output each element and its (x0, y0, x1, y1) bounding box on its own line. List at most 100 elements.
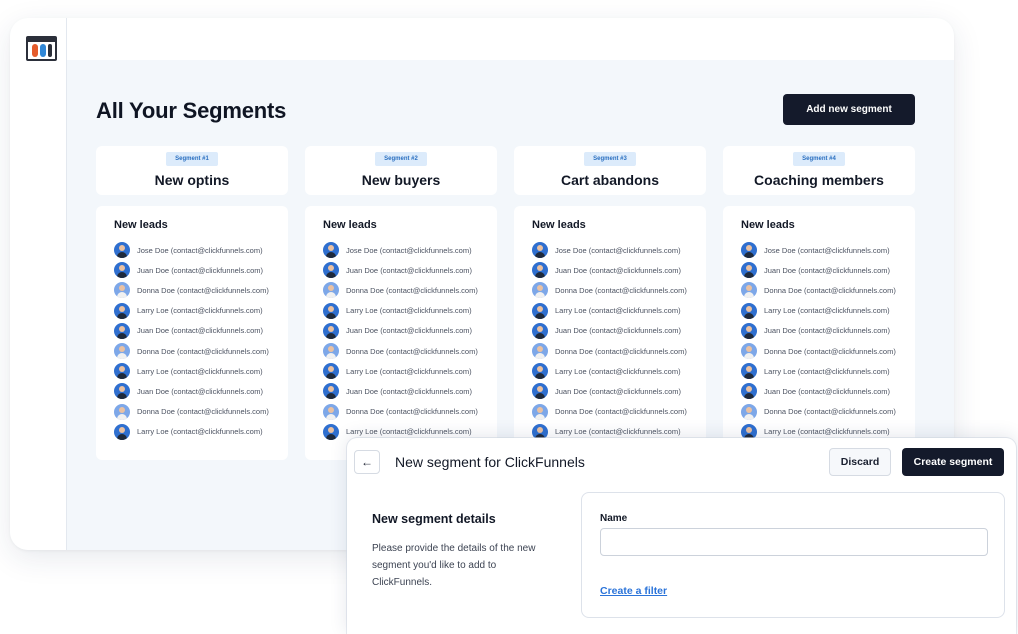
lead-row[interactable]: Larry Loe (contact@clickfunnels.com) (114, 422, 288, 442)
back-button[interactable]: ← (354, 450, 380, 474)
avatar (741, 322, 757, 339)
lead-text: Larry Loe (contact@clickfunnels.com) (346, 306, 472, 316)
lead-text: Larry Loe (contact@clickfunnels.com) (555, 366, 681, 376)
create-filter-link[interactable]: Create a filter (600, 585, 667, 597)
lead-text: Juan Doe (contact@clickfunnels.com) (764, 265, 890, 275)
lead-row[interactable]: Donna Doe (contact@clickfunnels.com) (114, 280, 288, 300)
avatar (114, 302, 130, 319)
leads-list-title: New leads (323, 219, 377, 231)
lead-row[interactable]: Jose Doe (contact@clickfunnels.com) (532, 240, 706, 260)
lead-row[interactable]: Larry Loe (contact@clickfunnels.com) (532, 361, 706, 381)
lead-row[interactable]: Larry Loe (contact@clickfunnels.com) (741, 361, 915, 381)
page-title: All Your Segments (96, 98, 287, 123)
name-input[interactable] (600, 528, 988, 556)
lead-row[interactable]: Donna Doe (contact@clickfunnels.com) (532, 341, 706, 361)
lead-text: Larry Loe (contact@clickfunnels.com) (346, 366, 472, 376)
lead-row[interactable]: Juan Doe (contact@clickfunnels.com) (741, 260, 915, 280)
arrow-left-icon: ← (361, 455, 373, 469)
lead-row[interactable]: Juan Doe (contact@clickfunnels.com) (741, 381, 915, 401)
lead-row[interactable]: Larry Loe (contact@clickfunnels.com) (741, 301, 915, 321)
lead-row[interactable]: Juan Doe (contact@clickfunnels.com) (114, 381, 288, 401)
segment-card[interactable]: Segment #3 Cart abandons (514, 146, 706, 195)
segment-card[interactable]: Segment #1 New optins (96, 146, 288, 195)
avatar (323, 242, 339, 259)
avatar (532, 363, 548, 380)
leads-list-title: New leads (532, 219, 586, 231)
lead-text: Juan Doe (contact@clickfunnels.com) (346, 386, 472, 396)
avatar (323, 322, 339, 339)
lead-row[interactable]: Donna Doe (contact@clickfunnels.com) (323, 402, 497, 422)
avatar (114, 343, 130, 360)
lead-text: Jose Doe (contact@clickfunnels.com) (346, 245, 472, 255)
name-label: Name (600, 513, 628, 524)
lead-row[interactable]: Larry Loe (contact@clickfunnels.com) (323, 361, 497, 381)
lead-text: Larry Loe (contact@clickfunnels.com) (555, 306, 681, 316)
discard-button[interactable]: Discard (829, 448, 891, 476)
avatar (114, 242, 130, 259)
lead-row[interactable]: Juan Doe (contact@clickfunnels.com) (532, 260, 706, 280)
lead-text: Donna Doe (contact@clickfunnels.com) (137, 285, 269, 295)
avatar (323, 343, 339, 360)
avatar (741, 262, 757, 279)
avatar (741, 363, 757, 380)
lead-row[interactable]: Juan Doe (contact@clickfunnels.com) (741, 321, 915, 341)
lead-text: Larry Loe (contact@clickfunnels.com) (764, 306, 890, 316)
avatar (532, 302, 548, 319)
add-new-segment-button[interactable]: Add new segment (783, 94, 915, 125)
lead-row[interactable]: Jose Doe (contact@clickfunnels.com) (741, 240, 915, 260)
lead-row[interactable]: Donna Doe (contact@clickfunnels.com) (114, 341, 288, 361)
avatar (114, 363, 130, 380)
lead-row[interactable]: Donna Doe (contact@clickfunnels.com) (741, 341, 915, 361)
lead-row[interactable]: Jose Doe (contact@clickfunnels.com) (114, 240, 288, 260)
lead-row[interactable]: Donna Doe (contact@clickfunnels.com) (323, 341, 497, 361)
lead-row[interactable]: Donna Doe (contact@clickfunnels.com) (532, 280, 706, 300)
lead-text: Larry Loe (contact@clickfunnels.com) (764, 366, 890, 376)
top-bar (67, 18, 954, 60)
lead-row[interactable]: Juan Doe (contact@clickfunnels.com) (114, 260, 288, 280)
avatar (532, 343, 548, 360)
lead-row[interactable]: Larry Loe (contact@clickfunnels.com) (114, 361, 288, 381)
lead-row[interactable]: Donna Doe (contact@clickfunnels.com) (741, 280, 915, 300)
segment-card[interactable]: Segment #2 New buyers (305, 146, 497, 195)
lead-text: Donna Doe (contact@clickfunnels.com) (346, 407, 478, 417)
lead-row[interactable]: Juan Doe (contact@clickfunnels.com) (532, 381, 706, 401)
lead-row[interactable]: Larry Loe (contact@clickfunnels.com) (114, 301, 288, 321)
lead-text: Donna Doe (contact@clickfunnels.com) (555, 407, 687, 417)
lead-text: Jose Doe (contact@clickfunnels.com) (764, 245, 890, 255)
lead-row[interactable]: Jose Doe (contact@clickfunnels.com) (323, 240, 497, 260)
avatar (114, 322, 130, 339)
lead-row[interactable]: Larry Loe (contact@clickfunnels.com) (323, 301, 497, 321)
lead-text: Juan Doe (contact@clickfunnels.com) (555, 265, 681, 275)
lead-text: Donna Doe (contact@clickfunnels.com) (346, 285, 478, 295)
lead-text: Larry Loe (contact@clickfunnels.com) (137, 306, 263, 316)
lead-row[interactable]: Juan Doe (contact@clickfunnels.com) (532, 321, 706, 341)
lead-row[interactable]: Juan Doe (contact@clickfunnels.com) (323, 321, 497, 341)
avatar (532, 282, 548, 299)
lead-row[interactable]: Larry Loe (contact@clickfunnels.com) (532, 301, 706, 321)
lead-row[interactable]: Juan Doe (contact@clickfunnels.com) (323, 260, 497, 280)
lead-text: Donna Doe (contact@clickfunnels.com) (346, 346, 478, 356)
panel-title: New segment for ClickFunnels (395, 454, 585, 470)
clickfunnels-logo-icon[interactable] (26, 36, 57, 61)
lead-row[interactable]: Donna Doe (contact@clickfunnels.com) (114, 402, 288, 422)
lead-text: Donna Doe (contact@clickfunnels.com) (555, 346, 687, 356)
sidebar-rail (10, 18, 67, 550)
lead-row[interactable]: Donna Doe (contact@clickfunnels.com) (741, 402, 915, 422)
avatar (114, 403, 130, 420)
avatar (323, 262, 339, 279)
avatar (114, 282, 130, 299)
create-segment-button[interactable]: Create segment (902, 448, 1004, 476)
avatar (532, 242, 548, 259)
lead-text: Juan Doe (contact@clickfunnels.com) (764, 386, 890, 396)
lead-text: Donna Doe (contact@clickfunnels.com) (137, 346, 269, 356)
lead-row[interactable]: Juan Doe (contact@clickfunnels.com) (114, 321, 288, 341)
lead-row[interactable]: Donna Doe (contact@clickfunnels.com) (323, 280, 497, 300)
lead-row[interactable]: Juan Doe (contact@clickfunnels.com) (323, 381, 497, 401)
avatar (114, 262, 130, 279)
segment-name: New buyers (361, 172, 441, 188)
lead-text: Juan Doe (contact@clickfunnels.com) (555, 386, 681, 396)
segment-card[interactable]: Segment #4 Coaching members (723, 146, 915, 195)
lead-text: Juan Doe (contact@clickfunnels.com) (137, 326, 263, 336)
avatar (532, 403, 548, 420)
lead-row[interactable]: Donna Doe (contact@clickfunnels.com) (532, 402, 706, 422)
